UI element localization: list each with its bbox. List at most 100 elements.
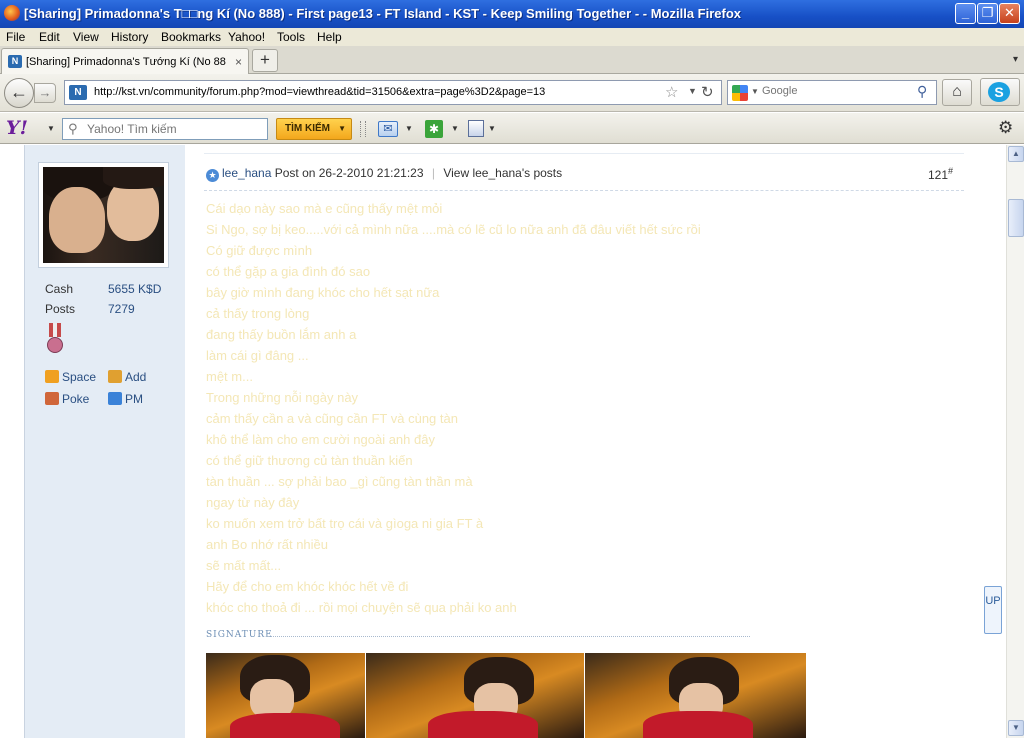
site-identity-icon[interactable]: N [69,85,87,100]
post-top-divider [204,153,964,154]
signature-image-2 [366,653,584,738]
menu-help[interactable]: Help [317,30,342,44]
post-line: cảm thấy cần a và cũng cần FT và cùng tà… [206,411,458,426]
back-to-top-button[interactable]: UP [984,586,1002,634]
search-icon[interactable]: ⚲ [917,83,927,100]
bookmarks-icon[interactable] [468,120,484,137]
yahoo-search-box[interactable]: ⚲ [62,118,268,140]
post-author[interactable]: lee_hana [222,166,271,180]
maximize-button[interactable]: ❐ [977,3,998,24]
menu-yahoo[interactable]: Yahoo! [228,30,265,44]
signature-divider [266,636,750,637]
tab-close-icon[interactable]: × [235,55,242,69]
engine-dropdown-icon[interactable]: ▼ [751,87,759,96]
pm-link-label: PM [125,392,143,406]
yahoo-logo[interactable]: Y! [6,118,28,138]
reload-icon[interactable]: ↻ [701,83,714,101]
post-line: ngay từ này đây [206,495,300,510]
google-engine-icon[interactable] [732,85,748,101]
view-user-posts-link[interactable]: View lee_hana's posts [443,166,562,180]
menu-tools[interactable]: Tools [277,30,305,44]
back-to-top-label: UP [985,595,1001,607]
menu-file[interactable]: File [6,30,25,44]
url-bar[interactable]: N http://kst.vn/community/forum.php?mod=… [64,80,722,105]
skype-button[interactable]: S [980,78,1020,106]
new-tab-button[interactable]: + [252,49,278,72]
web-search-input[interactable] [762,85,912,97]
post-line: ko muốn xem trở bất trọ cái và gìoga ni … [206,516,484,531]
post-floor-number[interactable]: 121# [928,166,953,182]
yahoo-search-input[interactable] [87,122,262,136]
tab-list-icon[interactable]: ▾ [1013,54,1018,65]
signature-image-3 [585,653,806,738]
post-header: ★ lee_hana Post on 26-2-2010 21:21:23 | V… [206,166,562,182]
post-line: anh Bo nhớ rất nhiều [206,537,329,552]
settings-gear-icon[interactable]: ⚙ [998,118,1013,138]
bookmark-star-icon[interactable]: ☆ [665,83,678,101]
window-title: [Sharing] Primadonna's T□□ng Kí (No 888)… [24,6,742,21]
space-link[interactable]: Space [45,370,96,384]
avatar-hair-right [103,167,164,189]
minimize-button[interactable]: _ [955,3,976,24]
poke-link-label: Poke [62,392,90,406]
cash-label: Cash [45,282,74,296]
post-line: khô thể làm cho em cười ngoài anh đây [206,432,435,447]
toolbar-grip[interactable] [360,121,366,137]
menu-bar: File Edit View History Bookmarks Yahoo! … [0,28,1024,46]
poke-link[interactable]: Poke [45,392,89,406]
yahoo-mail-icon[interactable]: ✉ [378,121,398,137]
yahoo-messenger-icon[interactable]: ✱ [425,120,443,138]
signature-image-1 [206,653,365,738]
post-line: có thể giữ thương củ tàn thuần kiến [206,453,413,468]
signature-label: SIGNATURE [206,630,273,640]
poke-icon [45,392,59,405]
poster-profile: Cash 5655 K$D Posts 7279 Space Add Poke … [25,145,185,738]
post-date: Post on 26-2-2010 21:21:23 [274,166,424,180]
forward-button[interactable]: → [34,83,56,103]
scroll-down-button[interactable]: ▼ [1008,720,1024,736]
posts-label: Posts [45,302,76,316]
web-search-bar[interactable]: ▼ ⚲ [727,80,937,105]
menu-edit[interactable]: Edit [39,30,60,44]
page-scrollbar[interactable]: ▲ ▼ [1006,145,1024,738]
avatar[interactable] [39,163,168,267]
medal-disc [47,337,63,353]
menu-bookmarks[interactable]: Bookmarks [161,30,221,44]
bookmarks-dropdown-icon[interactable]: ▼ [488,124,496,133]
medal-icon[interactable] [45,323,65,357]
yahoo-search-icon: ⚲ [68,121,78,136]
url-text[interactable]: http://kst.vn/community/forum.php?mod=vi… [94,86,545,98]
floor-number: 121 [928,168,949,182]
mail-dropdown-icon[interactable]: ▼ [405,124,413,133]
back-button[interactable]: ← [4,78,34,108]
yahoo-toolbar: Y! ▼ ⚲ TÌM KIẾM ▼ ✉ ▼ ✱ ▼ ▼ ⚙ [0,113,1024,144]
menu-view[interactable]: View [73,30,99,44]
home-button[interactable]: ⌂ [942,79,972,106]
post-header-divider [204,190,964,191]
mail-icon [108,392,122,405]
yahoo-search-dropdown-icon[interactable]: ▼ [338,119,346,139]
post-line: Si Ngo, sợ bị keo.....với cả mình nữa ..… [206,222,701,237]
post-line: khóc cho thoả đi ... rồi mọi chuyện sẽ q… [206,600,517,615]
post-line: sẽ mất mất... [206,558,282,573]
space-link-label: Space [62,370,97,384]
pm-link[interactable]: PM [108,392,143,406]
post-line: Hãy để cho em khóc khóc hết về đi [206,579,409,594]
add-friend-link[interactable]: Add [108,370,146,384]
yahoo-menu-dropdown-icon[interactable]: ▼ [47,124,55,133]
tab-active[interactable]: N [Sharing] Primadonna's Tướng Kí (No 88… [1,48,249,74]
window-titlebar: [Sharing] Primadonna's T□□ng Kí (No 888)… [0,0,1024,28]
close-button[interactable]: ✕ [999,3,1020,24]
post-line: đang thấy buồn lắm anh a [206,327,357,342]
history-dropdown-icon[interactable]: ▼ [688,86,697,96]
firefox-icon [4,5,20,21]
home-icon [45,370,59,383]
scroll-up-button[interactable]: ▲ [1008,146,1024,162]
messenger-dropdown-icon[interactable]: ▼ [451,124,459,133]
yahoo-search-button[interactable]: TÌM KIẾM ▼ [276,118,352,140]
page-content: Cash 5655 K$D Posts 7279 Space Add Poke … [0,145,1006,738]
menu-history[interactable]: History [111,30,148,44]
skype-icon: S [988,82,1010,102]
scrollbar-thumb[interactable] [1008,199,1024,237]
handshake-icon [108,370,122,383]
